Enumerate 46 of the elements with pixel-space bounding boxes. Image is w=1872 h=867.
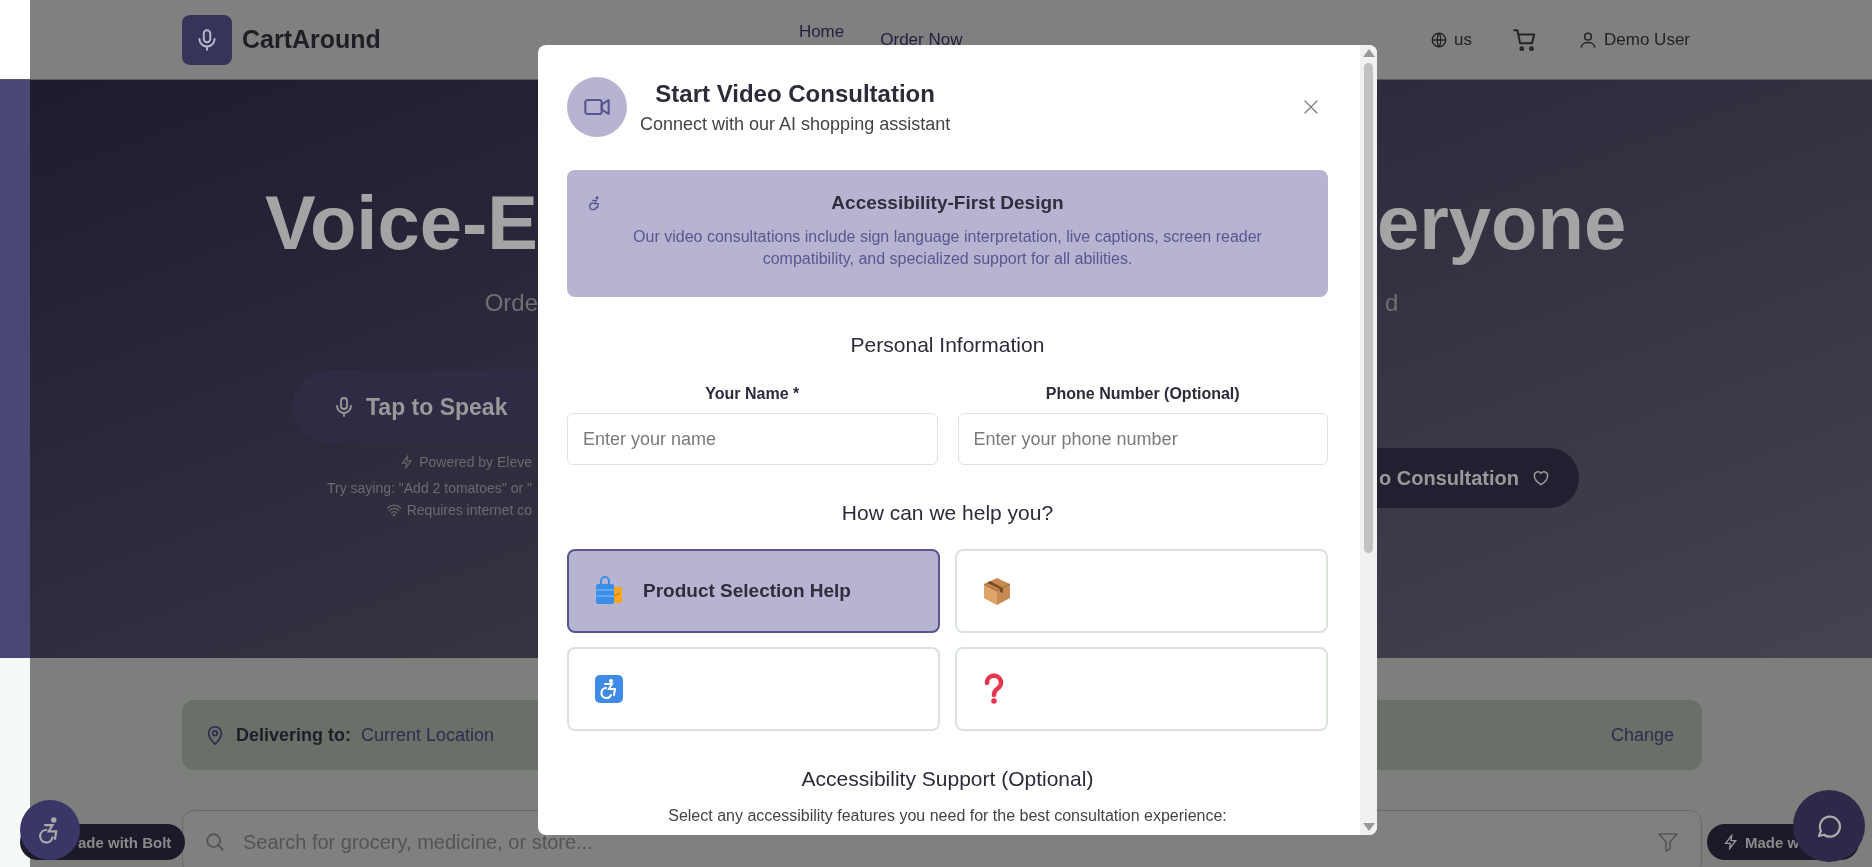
hero-subtitle: d: [1385, 288, 1399, 318]
hint-text: Try saying: "Add 2 tomatoes" or ": [326, 480, 533, 496]
change-link[interactable]: Change: [1610, 724, 1674, 746]
hero-title: eryone: [1377, 179, 1627, 267]
language-selector[interactable]: us: [1430, 29, 1473, 50]
dialog-title: Start Video Consultation: [654, 79, 936, 108]
close-icon[interactable]: [1302, 98, 1320, 116]
wheelchair-icon: [593, 673, 625, 705]
user-menu[interactable]: Demo User: [1578, 29, 1690, 50]
section-heading: How can we help you?: [840, 501, 1055, 525]
delivery-label: Delivering to:: [236, 724, 351, 746]
filter-icon[interactable]: [1656, 830, 1680, 854]
scrollbar[interactable]: [1360, 45, 1377, 835]
help-option[interactable]: [567, 647, 940, 731]
lightning-icon: [1723, 834, 1739, 850]
globe-icon: [1430, 30, 1449, 49]
video-camera-icon: [567, 77, 627, 137]
wifi-icon: [385, 503, 402, 517]
requirement-text: Requires internet co: [385, 502, 538, 518]
heart-icon: [1531, 468, 1551, 488]
help-option[interactable]: [955, 549, 1328, 633]
microphone-logo-icon: [182, 14, 232, 65]
section-heading: Accessibility Support (Optional): [800, 767, 1095, 791]
field-label: Phone Number (Optional): [1045, 385, 1240, 403]
powered-by-text: Powered by Eleve: [400, 454, 538, 470]
lightning-icon: [400, 455, 415, 469]
search-icon: [204, 831, 226, 853]
notice-text: Our video consultations include sign language interpretation, live captions, screen reader compatibility, and specialized support for all abilities.: [632, 227, 1263, 269]
accessibility-button[interactable]: [20, 800, 80, 860]
dialog-subtitle: Connect with our AI shopping assistant: [640, 113, 951, 135]
field-label: Your Name *: [705, 385, 800, 403]
input-field[interactable]: Enter your name: [567, 413, 938, 465]
hero-subtitle: Orde: [484, 288, 538, 318]
help-option[interactable]: Product Selection Help: [567, 549, 940, 633]
section-heading: Personal Information: [849, 333, 1046, 357]
tap-to-speak-button[interactable]: Tap to Speak: [292, 370, 538, 444]
help-option[interactable]: [955, 647, 1328, 731]
shopping-bags-icon: [593, 575, 625, 607]
cardboard-box-icon: [981, 575, 1013, 607]
input-field[interactable]: Enter your phone number: [957, 413, 1328, 465]
hero-title: Voice-E: [264, 179, 538, 267]
section-description: Select any accessibility features you need for the best consultation experience:: [667, 807, 1228, 825]
video-consultation-button[interactable]: o Consultation: [1377, 448, 1579, 508]
brand-name: CartAround: [242, 25, 381, 54]
delivery-location: Current Location: [361, 724, 495, 746]
notice-title: Accessibility-First Design: [830, 192, 1065, 214]
